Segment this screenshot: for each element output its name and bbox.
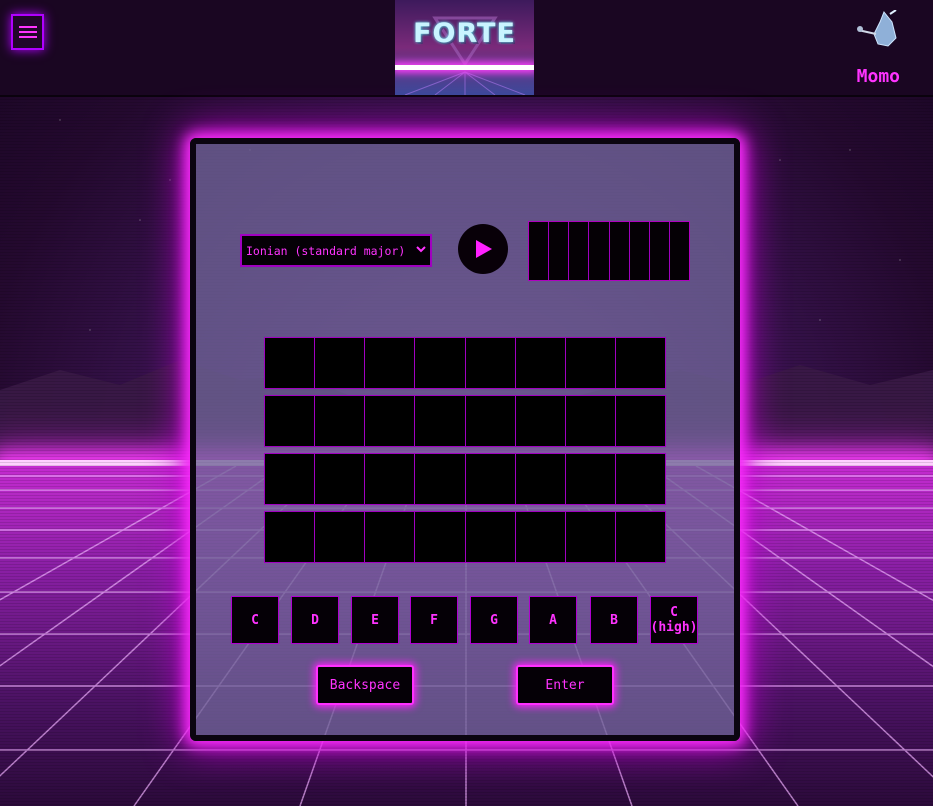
enter-button[interactable]: Enter <box>516 665 614 705</box>
guess-cell <box>565 512 616 562</box>
key-label: D <box>311 612 319 628</box>
guess-cell <box>265 396 316 446</box>
username-label[interactable]: Momo <box>857 66 900 87</box>
guess-cell <box>265 454 316 504</box>
guess-grid <box>264 337 666 569</box>
key-label: A <box>549 612 557 628</box>
note-key-d[interactable]: D <box>291 596 339 644</box>
guess-cell <box>365 338 416 388</box>
logo-text: FORTE <box>413 18 516 49</box>
sequence-slot <box>569 222 590 280</box>
guess-row <box>264 453 666 505</box>
guess-cell <box>315 454 366 504</box>
note-key-a[interactable]: A <box>529 596 577 644</box>
key-label: E <box>371 612 379 628</box>
mode-select-value: Ionian (standard major) <box>246 243 406 258</box>
forte-logo[interactable]: FORTE <box>395 0 534 95</box>
guess-cell <box>365 512 416 562</box>
guess-cell <box>265 338 316 388</box>
guess-row <box>264 395 666 447</box>
key-label: C <box>251 612 259 628</box>
guess-cell <box>465 454 516 504</box>
guess-cell <box>515 454 566 504</box>
note-key-e[interactable]: E <box>351 596 399 644</box>
guess-cell <box>315 338 366 388</box>
note-key-c-high[interactable]: C (high) <box>650 596 698 644</box>
play-icon <box>476 240 492 258</box>
guess-cell <box>315 512 366 562</box>
guess-cell <box>615 396 665 446</box>
sequence-slot <box>589 222 610 280</box>
guess-cell <box>315 396 366 446</box>
note-keyboard: C D E F G A B C (high) <box>231 596 701 646</box>
guess-cell <box>515 338 566 388</box>
game-panel: Ionian (standard major) C D E F G A B C … <box>190 138 740 741</box>
sequence-slot <box>629 222 650 280</box>
key-label: B <box>610 612 618 628</box>
guess-cell <box>415 338 466 388</box>
sequence-slot <box>549 222 570 280</box>
key-label: F <box>430 612 438 628</box>
chevron-down-icon <box>416 246 426 253</box>
note-key-g[interactable]: G <box>470 596 518 644</box>
guess-cell <box>465 338 516 388</box>
guess-cell <box>515 396 566 446</box>
guess-cell <box>565 338 616 388</box>
guess-cell <box>465 396 516 446</box>
sequence-slot <box>649 222 670 280</box>
guess-cell <box>565 396 616 446</box>
sequence-display <box>528 221 690 281</box>
mode-select[interactable]: Ionian (standard major) <box>240 234 432 267</box>
guess-cell <box>565 454 616 504</box>
guess-cell <box>265 512 316 562</box>
sequence-slot <box>669 222 689 280</box>
guess-cell <box>415 396 466 446</box>
key-sublabel: (high) <box>650 620 698 635</box>
user-avatar[interactable] <box>856 10 902 50</box>
guess-cell <box>615 512 665 562</box>
guess-row <box>264 337 666 389</box>
sequence-slot <box>609 222 630 280</box>
note-key-b[interactable]: B <box>590 596 638 644</box>
menu-button[interactable] <box>11 14 44 50</box>
logo-glow-bar <box>395 65 534 70</box>
guess-row <box>264 511 666 563</box>
guess-cell <box>465 512 516 562</box>
note-key-c[interactable]: C <box>231 596 279 644</box>
app-header: FORTE Momo <box>0 0 933 97</box>
guess-cell <box>415 512 466 562</box>
sequence-slot <box>529 222 550 280</box>
hamburger-icon <box>18 26 37 38</box>
note-key-f[interactable]: F <box>410 596 458 644</box>
key-label: C <box>670 605 678 620</box>
guess-cell <box>365 454 416 504</box>
play-button[interactable] <box>458 224 508 274</box>
key-label: G <box>490 612 498 628</box>
guess-cell <box>515 512 566 562</box>
guess-cell <box>615 454 665 504</box>
guess-cell <box>365 396 416 446</box>
guess-cell <box>415 454 466 504</box>
guess-cell <box>615 338 665 388</box>
backspace-button[interactable]: Backspace <box>316 665 414 705</box>
